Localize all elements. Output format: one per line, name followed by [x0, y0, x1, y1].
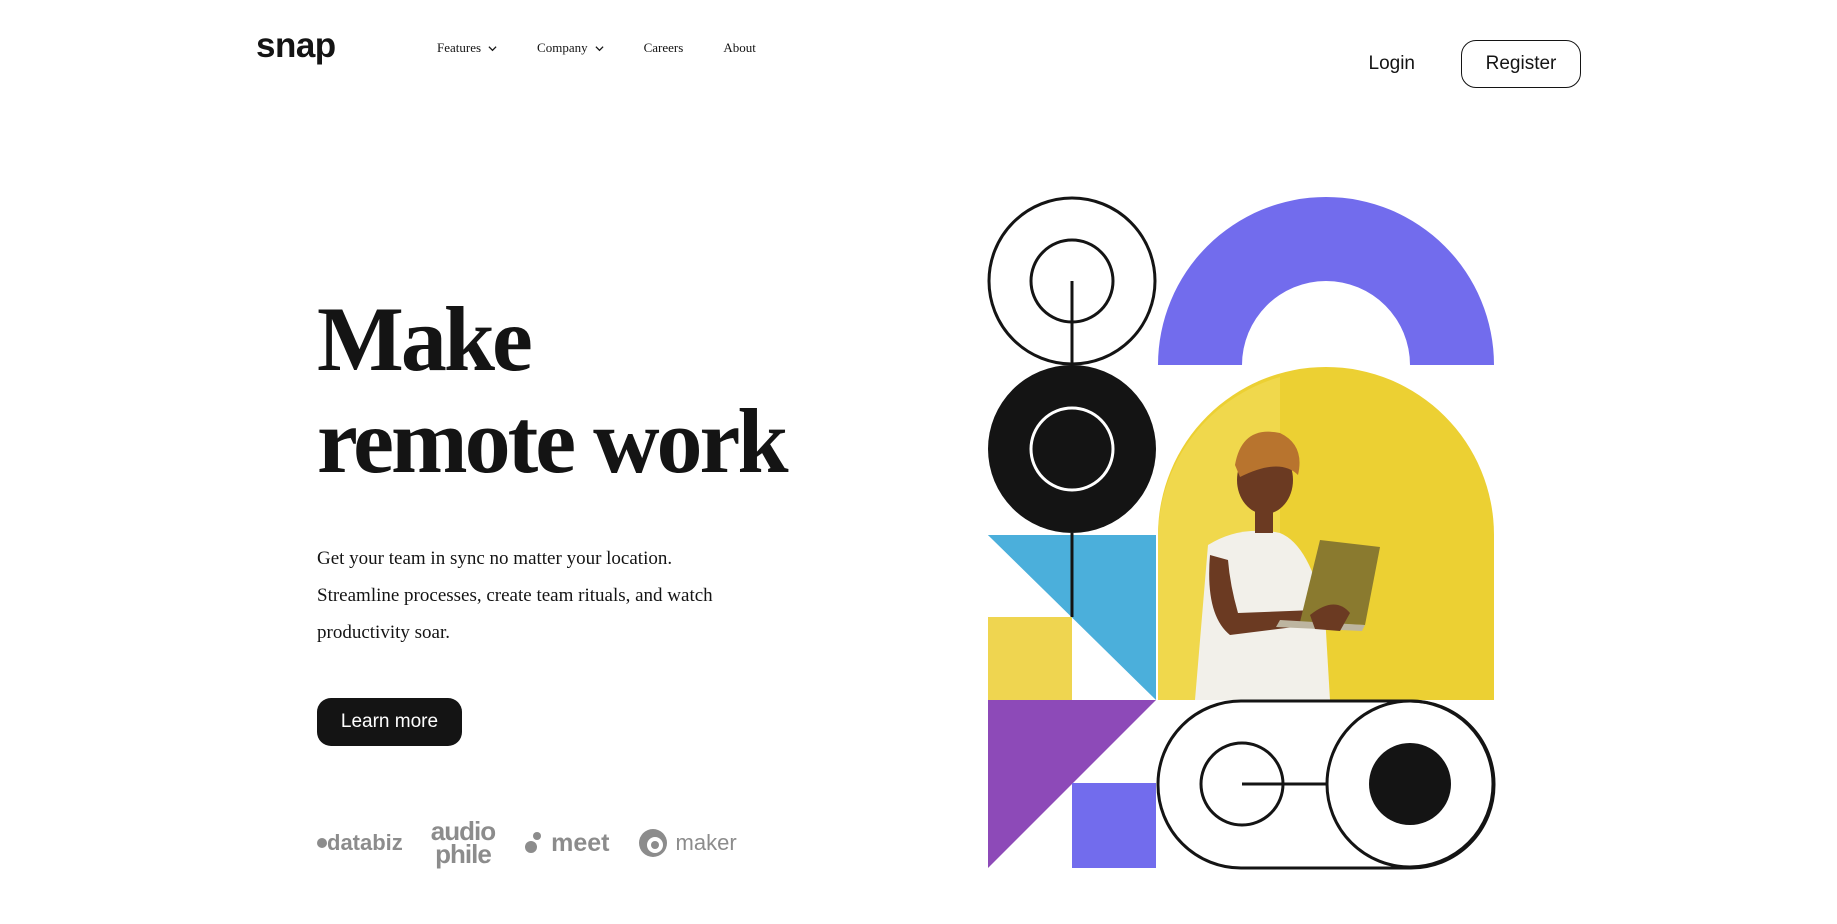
- hero-title-line: remote work: [317, 390, 789, 492]
- client-logo-label: maker: [675, 830, 737, 855]
- mustard-square-shape: [988, 617, 1072, 700]
- pill-outline-shape: [1156, 699, 1496, 870]
- hero-description: Get your team in sync no matter your loc…: [317, 540, 757, 651]
- register-button[interactable]: Register: [1461, 40, 1581, 88]
- nav-item-label: Features: [437, 40, 482, 55]
- nav-item-careers[interactable]: Careers: [644, 40, 684, 56]
- chevron-down-icon: [488, 45, 497, 51]
- nav-item-label: Careers: [643, 40, 684, 55]
- login-link[interactable]: Login: [1369, 53, 1416, 75]
- person-photo-arch: [1158, 367, 1494, 700]
- maker-swirl-icon: [638, 829, 667, 857]
- black-disc-shape: [988, 365, 1156, 533]
- nav-item-label: About: [723, 40, 756, 55]
- learn-more-button[interactable]: Learn more: [317, 698, 462, 746]
- client-logo-meet: meet: [523, 828, 610, 858]
- chevron-down-icon: [595, 45, 604, 51]
- target-outline-shape: [987, 196, 1157, 366]
- client-logo-label: meet: [551, 828, 610, 857]
- hero-description-line: Streamline processes, create team ritual…: [317, 585, 713, 606]
- violet-square-shape: [1072, 783, 1156, 868]
- violet-arch-shape: [1158, 197, 1494, 365]
- nav-item-label: Company: [537, 40, 588, 55]
- nav-item-about[interactable]: About: [723, 40, 756, 56]
- person-neck: [1255, 507, 1273, 533]
- meet-dots-icon: [525, 832, 542, 853]
- hero-description-line: Get your team in sync no matter your loc…: [317, 548, 673, 569]
- hero-description-line: productivity soar.: [317, 622, 450, 643]
- auth-controls: Login Register: [1369, 40, 1581, 88]
- hero-title-line: Make: [317, 288, 533, 390]
- nav-item-company[interactable]: Company: [537, 40, 604, 56]
- brand-logo[interactable]: snap: [256, 26, 336, 66]
- client-logo-label: databiz: [327, 830, 403, 855]
- databiz-dot-icon: [317, 838, 327, 848]
- nav-item-features[interactable]: Features: [437, 40, 497, 56]
- hero-title: Make remote work: [317, 288, 877, 492]
- main-nav: Features Company Careers About: [437, 40, 796, 56]
- client-logos: databiz audio phile meet maker: [317, 818, 765, 869]
- client-logo-maker: maker: [638, 828, 737, 858]
- client-logo-audiophile: audio phile: [431, 818, 496, 869]
- hero-illustration: [987, 196, 1496, 870]
- client-logo-databiz: databiz: [317, 830, 403, 856]
- client-logo-label: phile: [435, 839, 492, 869]
